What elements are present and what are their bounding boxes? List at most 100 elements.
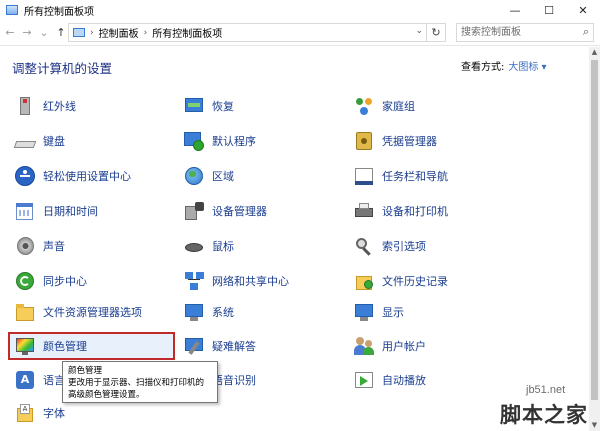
- cp-item-label: 轻松使用设置中心: [43, 170, 131, 183]
- up-button[interactable]: ↑: [54, 24, 68, 42]
- minimize-button[interactable]: —: [498, 0, 532, 20]
- cp-item-label: 键盘: [43, 135, 65, 148]
- date-time-icon: [14, 200, 36, 222]
- scroll-down-icon[interactable]: ▼: [589, 420, 600, 431]
- devices-printers-icon: [353, 200, 375, 222]
- refresh-button[interactable]: ↻: [426, 24, 445, 41]
- scroll-up-icon[interactable]: ▲: [589, 47, 600, 58]
- cp-item-label: 网络和共享中心: [212, 275, 289, 288]
- cp-item-label: 字体: [43, 407, 65, 420]
- cp-item-label: 凭据管理器: [382, 135, 437, 148]
- scrollbar-thumb[interactable]: [591, 60, 598, 400]
- homegroup-icon: [353, 95, 375, 117]
- cp-item-label: 文件资源管理器选项: [43, 306, 142, 319]
- display-icon: [353, 301, 375, 323]
- view-by-label: 查看方式:: [461, 62, 505, 73]
- breadcrumb-control-panel[interactable]: 控制面板: [99, 25, 139, 40]
- control-panel-app-icon: [6, 5, 18, 15]
- cp-item-network[interactable]: 网络和共享中心: [183, 269, 289, 293]
- cp-item-system[interactable]: 系统: [183, 300, 234, 324]
- network-icon: [183, 270, 205, 292]
- window-title: 所有控制面板项: [24, 6, 94, 18]
- cp-item-default-programs[interactable]: 默认程序: [183, 129, 256, 153]
- cp-item-mouse[interactable]: 鼠标: [183, 234, 234, 258]
- cp-item-keyboard[interactable]: 键盘: [13, 129, 65, 153]
- file-history-icon: [353, 270, 375, 292]
- system-icon: [183, 301, 205, 323]
- maximize-button[interactable]: ☐: [532, 0, 566, 20]
- cp-item-homegroup[interactable]: 家庭组: [353, 94, 415, 118]
- cp-item-troubleshooting[interactable]: 疑难解答: [183, 334, 256, 358]
- cp-item-recovery[interactable]: 恢复: [183, 94, 234, 118]
- cp-item-region[interactable]: 区域: [183, 164, 234, 188]
- tooltip-line: 高级颜色管理设置。: [68, 390, 145, 400]
- tooltip-title: 颜色管理: [68, 366, 103, 376]
- search-input[interactable]: [461, 24, 576, 41]
- user-accounts-icon: [353, 335, 375, 357]
- cp-item-label: 显示: [382, 306, 404, 319]
- view-by-dropdown[interactable]: 大图标 ▾: [508, 62, 546, 73]
- sync-center-icon: [14, 270, 36, 292]
- default-programs-icon: [183, 130, 205, 152]
- cp-item-label: 设备管理器: [212, 205, 267, 218]
- back-button[interactable]: ←: [3, 24, 17, 42]
- cp-item-folder-options[interactable]: 文件资源管理器选项: [14, 300, 142, 324]
- breadcrumb[interactable]: › 控制面板 › 所有控制面板项 ⌄ ↻: [68, 23, 446, 42]
- cp-item-label: 同步中心: [43, 275, 87, 288]
- watermark-brand: 脚本之家: [500, 403, 588, 427]
- search-box[interactable]: ⌕: [456, 23, 594, 42]
- cp-item-autoplay[interactable]: 自动播放: [353, 368, 426, 392]
- infrared-icon: [14, 95, 36, 117]
- cp-item-file-history[interactable]: 文件历史记录: [353, 269, 448, 293]
- cp-item-label: 红外线: [43, 100, 76, 113]
- cp-item-fonts[interactable]: A 字体: [14, 401, 65, 425]
- cp-item-user-accounts[interactable]: 用户帐户: [353, 334, 426, 358]
- cp-item-label: 设备和打印机: [382, 205, 448, 218]
- indexing-icon: [353, 235, 375, 257]
- cp-item-date-time[interactable]: 日期和时间: [14, 199, 98, 223]
- breadcrumb-all-items[interactable]: 所有控制面板项: [152, 25, 222, 40]
- taskbar-icon: [353, 165, 375, 187]
- cp-item-sound[interactable]: 声音: [14, 234, 65, 258]
- cp-item-label: 颜色管理: [43, 340, 87, 353]
- cp-item-label: 语音识别: [212, 374, 256, 387]
- search-icon[interactable]: ⌕: [583, 25, 589, 39]
- cp-item-label: 鼠标: [212, 240, 234, 253]
- view-by[interactable]: 查看方式: 大图标 ▾: [461, 58, 547, 73]
- cp-item-device-manager[interactable]: 设备管理器: [183, 199, 267, 223]
- cp-item-label: 任务栏和导航: [382, 170, 448, 183]
- cp-item-credential-manager[interactable]: 凭据管理器: [353, 129, 437, 153]
- forward-button[interactable]: →: [20, 24, 34, 42]
- language-icon: A: [14, 369, 36, 391]
- cp-item-color-management[interactable]: 颜色管理: [14, 334, 87, 358]
- cp-item-taskbar[interactable]: 任务栏和导航: [353, 164, 448, 188]
- title-bar: 所有控制面板项 — ☐ ✕: [0, 0, 600, 20]
- cp-item-label: 用户帐户: [382, 340, 426, 353]
- cp-item-label: 区域: [212, 170, 234, 183]
- cp-item-devices-printers[interactable]: 设备和打印机: [353, 199, 448, 223]
- cp-item-label: 恢复: [212, 100, 234, 113]
- tooltip-line: 更改用于显示器、扫描仪和打印机的: [68, 378, 205, 388]
- sound-icon: [14, 235, 36, 257]
- region-icon: [183, 165, 205, 187]
- ease-of-access-icon: [14, 165, 36, 187]
- keyboard-icon: [13, 130, 37, 152]
- tooltip: 颜色管理 更改用于显示器、扫描仪和打印机的 高级颜色管理设置。: [62, 361, 218, 403]
- address-dropdown-icon[interactable]: ⌄: [415, 26, 423, 36]
- cp-item-display[interactable]: 显示: [353, 300, 404, 324]
- control-panel-location-icon: [73, 28, 85, 37]
- cp-item-language[interactable]: A 语言: [14, 368, 65, 392]
- breadcrumb-separator-icon[interactable]: ›: [90, 28, 94, 38]
- page-title: 调整计算机的设置: [12, 61, 113, 76]
- close-button[interactable]: ✕: [566, 0, 600, 20]
- cp-item-label: 索引选项: [382, 240, 426, 253]
- folder-options-icon: [14, 301, 36, 323]
- cp-item-sync-center[interactable]: 同步中心: [14, 269, 87, 293]
- cp-item-infrared[interactable]: 红外线: [14, 94, 76, 118]
- troubleshooting-icon: [183, 335, 205, 357]
- cp-item-ease-of-access[interactable]: 轻松使用设置中心: [14, 164, 131, 188]
- breadcrumb-separator-icon[interactable]: ›: [144, 28, 148, 38]
- recent-locations-button[interactable]: ⌄: [37, 24, 51, 42]
- credential-manager-icon: [353, 130, 375, 152]
- cp-item-indexing[interactable]: 索引选项: [353, 234, 426, 258]
